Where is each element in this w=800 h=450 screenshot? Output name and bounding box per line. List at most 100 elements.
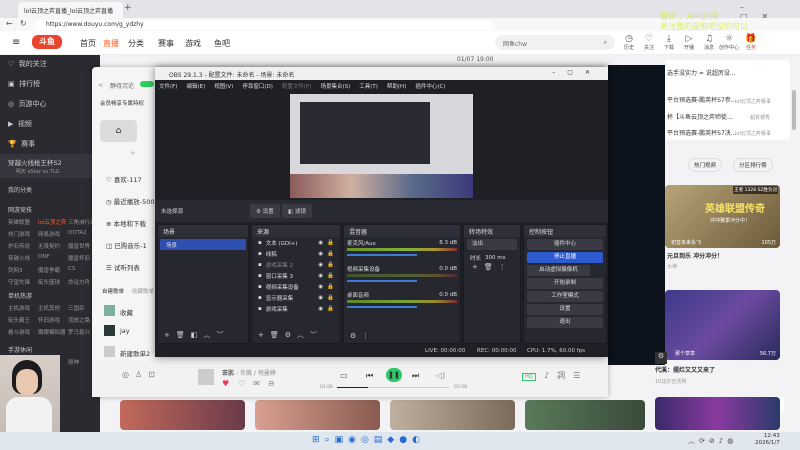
next-button[interactable]: ⏭	[412, 371, 419, 381]
back-icon[interactable]: ←	[6, 19, 13, 28]
new-tab-button[interactable]: +	[124, 3, 132, 13]
playlist-item[interactable]: 收藏	[120, 307, 133, 317]
menu-icon[interactable]: ≡	[12, 37, 20, 48]
visibility-icon[interactable]: ◉	[318, 240, 323, 246]
transition-toolbar[interactable]: +🗑⋮	[464, 263, 520, 271]
scene-item[interactable]: 场景	[160, 239, 246, 250]
card-caption[interactable]: 代溪：摆烂又又又来了	[655, 365, 715, 374]
volume-slider[interactable]	[347, 280, 417, 282]
playlist-item[interactable]: jay	[120, 327, 130, 335]
broadcast-button[interactable]: ▷ 开播	[678, 34, 700, 51]
scene-toolbar[interactable]: +🗑◧︿﹀	[164, 330, 229, 340]
obs-menu-item[interactable]: 视图(V)	[214, 82, 233, 90]
category-link[interactable]: 格斗游戏	[8, 328, 38, 336]
sidebar-item-video[interactable]: ▶ 视频	[8, 119, 32, 129]
category-link[interactable]: DNF	[38, 254, 68, 262]
card-caption[interactable]: 元旦到乐 冲分冲分！	[667, 251, 723, 260]
like-icon[interactable]: ♥	[222, 379, 229, 388]
lock-icon[interactable]: 🔒	[327, 251, 334, 257]
creator-button[interactable]: ☼ 创作中心	[718, 34, 740, 51]
category-link[interactable]: 英雄联盟	[8, 218, 38, 226]
visibility-icon[interactable]: ◉	[318, 284, 323, 290]
source-item[interactable]: ▪ 线稿 ◉ 🔒	[252, 248, 340, 259]
sidebar-item-follow[interactable]: ♡ 我的关注	[8, 59, 47, 69]
source-item[interactable]: ▪ 游戏采集 2 ◉ 🔒	[252, 259, 340, 270]
album-cover[interactable]	[198, 369, 214, 385]
quality-badge[interactable]: HQ	[522, 373, 536, 381]
news-item[interactable]: 平台预选赛-鹏英杯S7参...	[667, 95, 737, 104]
visibility-icon[interactable]: ◉	[318, 262, 323, 268]
source-item[interactable]: ▪ 文本 (GDI+) ◉ 🔒	[252, 237, 340, 248]
sidebar-item-rank[interactable]: ▣ 排行榜	[8, 79, 40, 89]
lock-icon[interactable]: 🔒	[327, 273, 334, 279]
stop-streaming-button[interactable]: 停止直播	[527, 252, 603, 263]
category-link[interactable]: 怀旧游戏	[38, 316, 68, 324]
volume-slider[interactable]	[347, 254, 417, 256]
volume-icon[interactable]: ◁)	[436, 371, 445, 380]
messages-button[interactable]: ♫ 消息	[698, 34, 720, 51]
category-link[interactable]: 网易游戏	[38, 230, 68, 238]
category-link[interactable]: 热门游戏	[8, 230, 38, 238]
category-link[interactable]: 主机游戏	[8, 304, 38, 312]
nav-events[interactable]: 赛事	[158, 38, 174, 49]
rank-button[interactable]: 分区排行榜	[733, 158, 773, 172]
obs-menu-item[interactable]: 工具(T)	[359, 82, 378, 90]
url-input[interactable]: https://www.douyu.com/g_ydzhy	[34, 20, 494, 30]
duration-field[interactable]: 时长 300 ms	[464, 252, 520, 263]
thumbnail[interactable]	[525, 400, 645, 430]
thumbnail[interactable]	[255, 400, 380, 430]
category-link[interactable]: 街头篮球	[38, 278, 68, 286]
obs-preview[interactable]	[290, 94, 473, 198]
exit-button[interactable]: 退出	[527, 317, 603, 328]
obs-menu-item[interactable]: 场景集合(S)	[320, 82, 350, 90]
menu-likes[interactable]: ♡ 喜欢-117	[106, 174, 142, 184]
category-link[interactable]: 魔兽争霸	[38, 266, 68, 274]
player-right-icons[interactable]: ♪詞☰	[544, 370, 588, 381]
page-scrollbar[interactable]	[792, 90, 796, 130]
category-link[interactable]: 守望先锋	[8, 278, 38, 286]
browser-tab[interactable]: lol云顶之弈直播_lol云顶之弈直播	[18, 2, 123, 18]
properties-button[interactable]: ⚙ 设置	[250, 204, 280, 218]
settings-button[interactable]: 设置	[527, 304, 603, 315]
lock-icon[interactable]: 🔒	[327, 295, 334, 301]
search-input[interactable]: 网鱼chw ⌕	[495, 35, 615, 50]
category-link[interactable]: 无畏契约	[38, 242, 68, 250]
volume-slider[interactable]	[347, 306, 417, 308]
download-button[interactable]: ⤓ 下载	[658, 34, 680, 51]
start-recording-button[interactable]: 开始录制	[527, 278, 603, 289]
nav-category[interactable]: 分类	[128, 38, 144, 49]
lock-icon[interactable]: 🔒	[327, 284, 334, 290]
menu-trial[interactable]: ☰ 试听列表	[106, 262, 140, 272]
lock-icon[interactable]: 🔒	[327, 240, 334, 246]
sidebar-item-events[interactable]: 🏆 赛事	[8, 139, 35, 149]
visibility-icon[interactable]: ◉	[318, 251, 323, 257]
visibility-icon[interactable]: ◉	[318, 306, 323, 312]
obs-menu-item[interactable]: 编辑(E)	[186, 82, 205, 90]
source-item[interactable]: ▪ 窗口采集 3 ◉ 🔒	[252, 270, 340, 281]
mixer-toolbar[interactable]: ⚙⋮	[350, 332, 375, 340]
lock-icon[interactable]: 🔒	[327, 306, 334, 312]
source-item[interactable]: ▪ 显示器采集 ◉ 🔒	[252, 292, 340, 303]
transition-select[interactable]: 淡出	[467, 239, 517, 250]
sidebar-item-webgames[interactable]: ◎ 页游中心	[8, 99, 47, 109]
progress-slider[interactable]	[337, 387, 449, 388]
category-link[interactable]: 街头霸王	[8, 316, 38, 324]
plugin-center-button[interactable]: 插件中心	[527, 239, 603, 250]
playlist-item[interactable]: 新建歌单2	[120, 348, 150, 358]
history-button[interactable]: ◷ 历史	[618, 34, 640, 51]
tasks-button[interactable]: 🎁 任务	[740, 34, 762, 51]
tab-own-playlists[interactable]: 自建歌单	[102, 287, 124, 295]
virtual-camera-button[interactable]: 启动虚拟摄像机	[527, 265, 590, 276]
obs-menu-item[interactable]: 文件(F)	[159, 82, 177, 90]
obs-menu-item[interactable]: 配置文件(P)	[282, 82, 312, 90]
obs-menu-item[interactable]: 停靠窗口(D)	[242, 82, 273, 90]
studio-mode-button[interactable]: 工作室模式	[527, 291, 603, 302]
event-card[interactable]: 穿越火线枪王杯S2 明天 eStar vs TLG	[0, 154, 100, 178]
settings-icon[interactable]: ⚙	[655, 352, 667, 364]
stream-card[interactable]: 王者 1328 SZ胜负冠 英雄联盟传奇 冲冲赛季冲分中！ 初音未来永飞 105…	[665, 185, 780, 248]
repeat-icon[interactable]: ▭	[340, 371, 348, 380]
nav-home[interactable]: 首页	[80, 38, 96, 49]
home-button[interactable]: ⌂	[100, 120, 137, 142]
prev-button[interactable]: ⏮	[366, 371, 373, 381]
news-item[interactable]: 选手没实力 = 说超厉没...	[667, 68, 736, 77]
